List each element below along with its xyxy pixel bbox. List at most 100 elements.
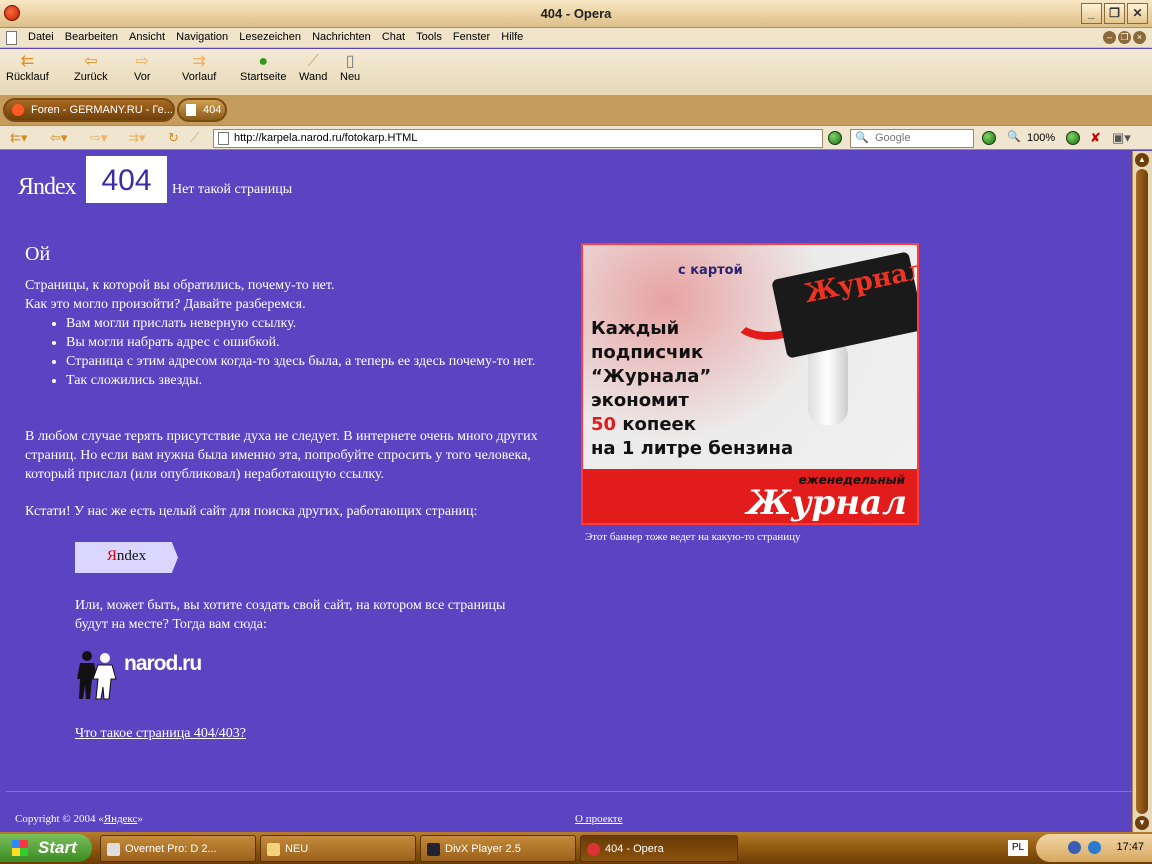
zoom-go-button[interactable] [1066, 131, 1080, 145]
search-go-button[interactable] [982, 131, 996, 145]
scroll-up-icon[interactable]: ▲ [1135, 153, 1149, 167]
taskbar: Start Overnet Pro: D 2... NEU DivX Playe… [0, 832, 1152, 864]
search-input[interactable]: 🔍 Google [850, 129, 974, 148]
page-content: Яndex 404 Нет такой страницы Ой Страницы… [6, 151, 1132, 832]
intro-line-2: Как это могло произойти? Давайте разбере… [25, 297, 306, 312]
narod-link[interactable]: narod.ru [74, 649, 204, 705]
menu-bearbeiten[interactable]: Bearbeiten [65, 28, 124, 43]
paragraph-search: Кстати! У нас же есть целый сайт для пои… [25, 504, 478, 519]
copyright: Copyright © 2004 «Яндекс» [15, 813, 143, 825]
window-titlebar[interactable]: 404 - Opera _ ❐ ✕ [0, 0, 1152, 28]
tab-foren[interactable]: Foren - GERMANY.RU - Ге... [3, 98, 175, 122]
divx-icon [427, 843, 440, 856]
go-button[interactable] [828, 131, 842, 145]
fast-forward-icon: ⇉ [192, 53, 206, 70]
overnet-icon [107, 843, 120, 856]
menu-bar: Datei Bearbeiten Ansicht Navigation Lese… [0, 28, 1152, 48]
fast-forward-small-icon[interactable]: ⇉▾ [128, 130, 145, 146]
windows-logo-icon [12, 840, 28, 856]
vertical-scrollbar[interactable]: ▲ ▼ [1132, 151, 1152, 832]
magazine-card: Журнал [771, 251, 917, 359]
folder-icon [267, 843, 280, 856]
info-icon[interactable] [1088, 841, 1101, 854]
task-opera[interactable]: 404 - Opera [580, 835, 738, 862]
banner-slogan: Каждый подписчик “Журнала” экономит 50 к… [591, 318, 794, 459]
document-icon [6, 31, 17, 45]
paragraph-advice: В любом случае терять присутствие духа н… [25, 429, 538, 482]
rewind-button[interactable]: ⇇ Rücklauf [6, 53, 49, 83]
menu-nachrichten[interactable]: Nachrichten [312, 28, 377, 43]
wand-button[interactable]: ⟋ Wand [299, 53, 327, 83]
menu-ansicht[interactable]: Ansicht [129, 28, 171, 43]
menu-chat[interactable]: Chat [382, 28, 411, 43]
rewind-icon: ⇇ [20, 53, 35, 70]
block-content-icon[interactable]: ✘ [1090, 130, 1101, 146]
close-button[interactable]: ✕ [1127, 3, 1148, 24]
rewind-small-icon[interactable]: ⇇▾ [10, 130, 27, 146]
paragraph-narod: Или, может быть, вы хотите создать свой … [75, 598, 506, 632]
banner-footer: еженедельный Журнал [583, 469, 917, 523]
yandex-logo[interactable]: Яndex [18, 174, 77, 201]
wand-small-icon[interactable]: ⟋ [190, 130, 199, 146]
mdi-close-icon[interactable]: × [1133, 31, 1146, 44]
mdi-minimize-icon[interactable]: – [1103, 31, 1116, 44]
new-page-button[interactable]: ▯ Neu [340, 53, 360, 83]
back-icon: ⇦ [84, 53, 98, 70]
menu-tools[interactable]: Tools [416, 28, 448, 43]
clock[interactable]: 17:47 [1116, 841, 1144, 853]
back-button[interactable]: ⇦ Zurück [74, 53, 108, 83]
zoom-control[interactable]: 🔍 100% [1005, 129, 1063, 148]
banner-caption: Этот баннер тоже ведет на какую-то стран… [585, 531, 801, 543]
menu-hilfe[interactable]: Hilfe [501, 28, 529, 43]
banner-with-card: с картой [678, 263, 743, 278]
list-item: Страница с этим адресом когда-то здесь б… [66, 352, 561, 371]
menu-fenster[interactable]: Fenster [453, 28, 496, 43]
footer-divider [6, 791, 1132, 792]
opera-task-icon [587, 843, 600, 856]
list-item: Вы могли набрать адрес с ошибкой. [66, 333, 561, 352]
image-toggle-icon[interactable]: ▣▾ [1112, 130, 1131, 146]
start-button[interactable]: Start [0, 834, 92, 862]
about-project-link[interactable]: О проекте [575, 813, 623, 825]
people-icon [77, 651, 117, 700]
reload-icon[interactable]: ↻ [168, 130, 179, 146]
error-code-box: 404 [86, 156, 167, 203]
task-neu[interactable]: NEU [260, 835, 416, 862]
intro-line-1: Страницы, к которой вы обратились, почем… [25, 278, 335, 293]
opera-tab-icon [12, 104, 24, 116]
forward-small-icon[interactable]: ⇨▾ [90, 130, 107, 146]
page-tab-icon [186, 104, 196, 116]
home-icon: ● [258, 53, 269, 70]
forward-button[interactable]: ⇨ Vor [134, 53, 151, 83]
maximize-button[interactable]: ❐ [1104, 3, 1125, 24]
banner-brand: Журнал [746, 483, 907, 523]
network-icon[interactable] [1068, 841, 1081, 854]
home-button[interactable]: ● Startseite [240, 53, 286, 83]
mdi-restore-icon[interactable]: ❐ [1118, 31, 1131, 44]
back-small-icon[interactable]: ⇦▾ [50, 130, 67, 146]
minimize-button[interactable]: _ [1081, 3, 1102, 24]
scroll-down-icon[interactable]: ▼ [1135, 816, 1149, 830]
task-divx[interactable]: DivX Player 2.5 [420, 835, 576, 862]
page-heading: Ой [25, 243, 51, 265]
journal-banner[interactable]: Журнал с картой Каждый подписчик “Журнал… [581, 243, 919, 525]
narod-logo-text: narod.ru [124, 652, 202, 675]
menu-datei[interactable]: Datei [28, 28, 60, 43]
what-is-404-link[interactable]: Что такое страница 404/403? [75, 726, 246, 742]
tab-404[interactable]: 404 [177, 98, 227, 122]
yandex-search-button[interactable]: Яndex [75, 542, 178, 573]
address-input[interactable]: http://karpela.narod.ru/fotokarp.HTML [213, 129, 823, 148]
scroll-thumb[interactable] [1136, 169, 1148, 814]
menu-lesezeichen[interactable]: Lesezeichen [239, 28, 307, 43]
fast-forward-button[interactable]: ⇉ Vorlauf [182, 53, 216, 83]
wand-icon: ⟋ [307, 53, 319, 70]
tab-bar: Foren - GERMANY.RU - Ге... 404 [0, 95, 1152, 125]
task-overnet[interactable]: Overnet Pro: D 2... [100, 835, 256, 862]
new-page-icon: ▯ [345, 53, 355, 70]
yandex-copyright-link[interactable]: Яндекс [104, 813, 138, 825]
language-indicator[interactable]: PL [1008, 840, 1028, 856]
list-item: Вам могли прислать неверную ссылку. [66, 314, 561, 333]
not-found-text: Нет такой страницы [172, 182, 293, 197]
menu-navigation[interactable]: Navigation [176, 28, 234, 43]
address-toolbar: ⇇▾ ⇦▾ ⇨▾ ⇉▾ ↻ ⟋ http://karpela.narod.ru/… [0, 125, 1152, 150]
